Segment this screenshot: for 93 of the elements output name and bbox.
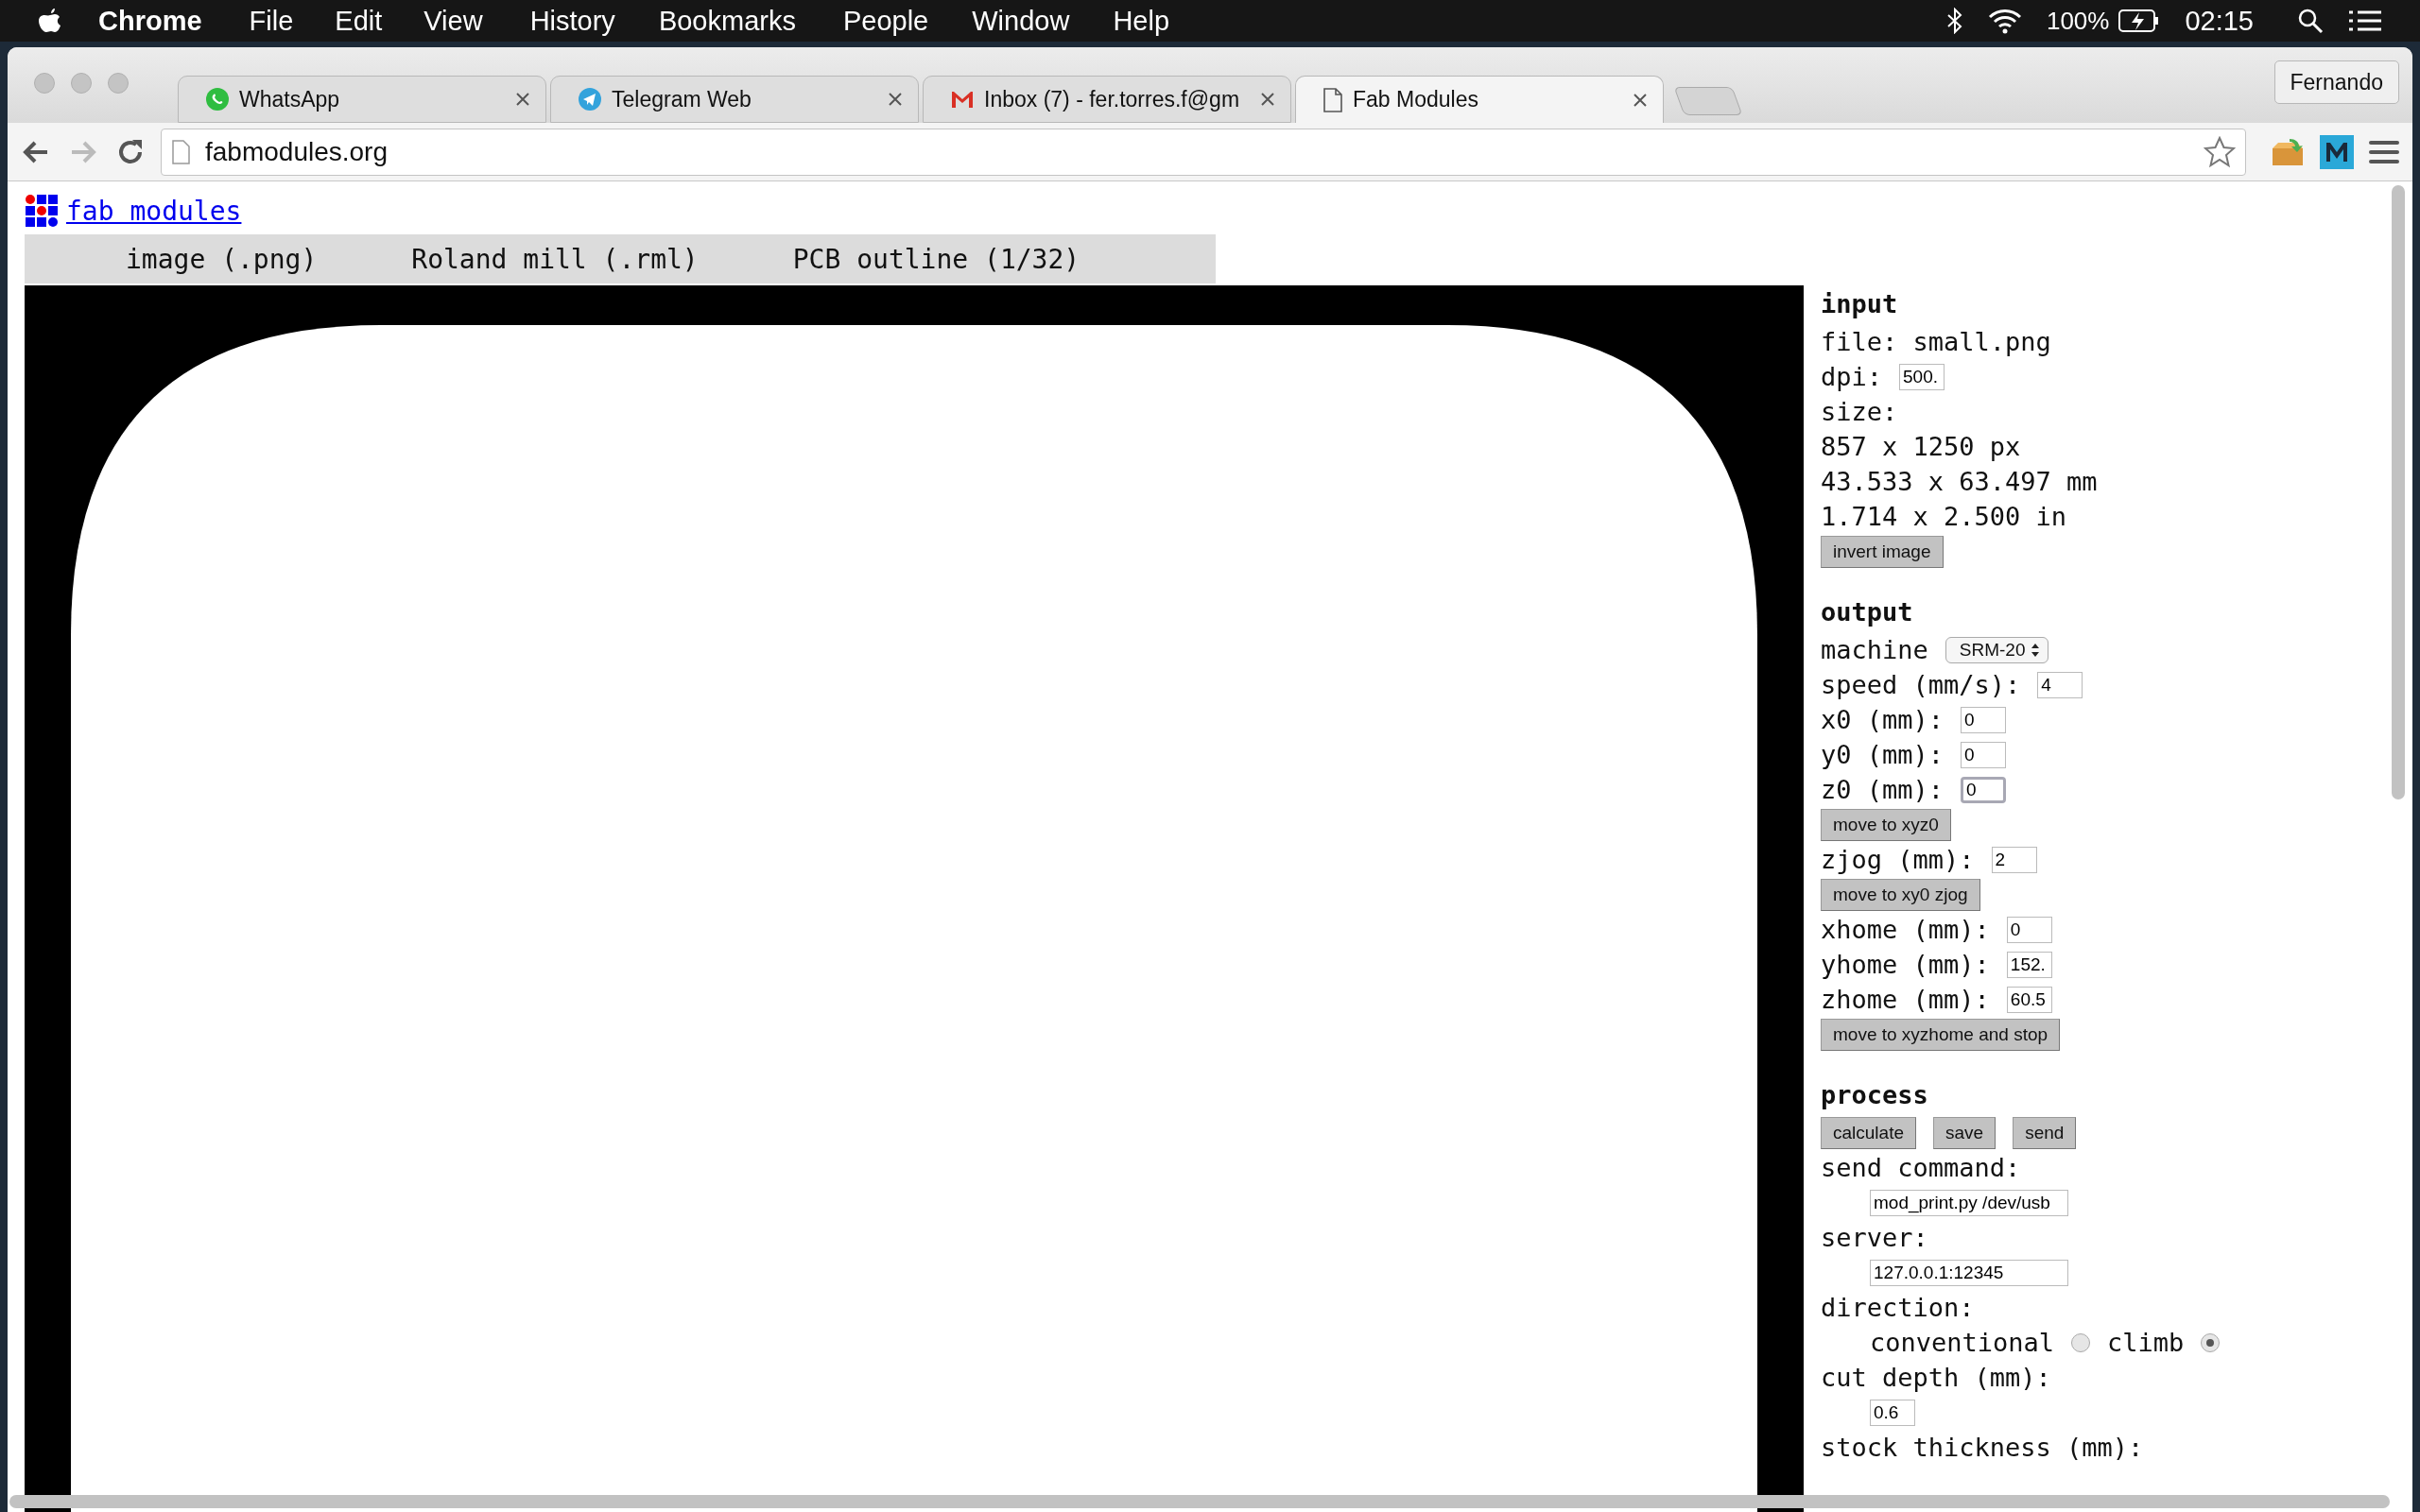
menu-item[interactable]: View bbox=[424, 5, 483, 37]
panel-text: 1.714 x 2.500 in bbox=[1821, 502, 2067, 531]
battery-percent: 100% bbox=[2046, 6, 2110, 36]
action-button[interactable]: save bbox=[1933, 1116, 1996, 1149]
home-link[interactable]: fab modules bbox=[66, 195, 242, 227]
radio-button[interactable] bbox=[2201, 1332, 2221, 1352]
field-label: x0 (mm): bbox=[1821, 705, 1945, 734]
input-field[interactable]: 60.5 bbox=[2006, 986, 2052, 1013]
input-field[interactable]: 500. bbox=[1899, 363, 1945, 390]
panel-text: server: bbox=[1821, 1223, 1928, 1252]
menu-item[interactable]: Bookmarks bbox=[658, 5, 796, 37]
input-field[interactable]: 4 bbox=[2037, 671, 2083, 698]
field-label: machine bbox=[1821, 635, 1928, 664]
module-link[interactable]: image (.png) bbox=[126, 243, 318, 275]
input-field[interactable]: 127.0.0.1:12345 bbox=[1870, 1259, 2068, 1286]
radio-label: climb bbox=[2107, 1328, 2185, 1357]
action-button[interactable]: send bbox=[2013, 1116, 2077, 1149]
panel-text: size: bbox=[1821, 397, 1898, 426]
browser-tab[interactable]: WhatsApp bbox=[178, 76, 546, 123]
browser-tab[interactable]: Inbox (7) - fer.torres.f@gm bbox=[923, 76, 1291, 123]
radio-button[interactable] bbox=[2071, 1332, 2091, 1352]
list-icon[interactable] bbox=[2348, 9, 2382, 32]
input-field[interactable]: 152. bbox=[2006, 951, 2052, 978]
panel-text: 43.533 x 63.497 mm bbox=[1821, 467, 2098, 496]
menu-item[interactable]: Help bbox=[1113, 5, 1170, 37]
field-label: y0 (mm): bbox=[1821, 740, 1945, 769]
close-icon[interactable] bbox=[1260, 92, 1275, 107]
tab-title: Fab Modules bbox=[1353, 87, 1479, 112]
clock[interactable]: 02:15 bbox=[2185, 5, 2254, 37]
vertical-scrollbar[interactable] bbox=[2392, 185, 2405, 799]
panel-text: 857 x 1250 px bbox=[1821, 432, 2021, 461]
close-icon[interactable] bbox=[1633, 92, 1648, 108]
menu-item[interactable]: Chrome bbox=[98, 5, 202, 37]
extension-icon[interactable] bbox=[2320, 134, 2354, 169]
action-button[interactable]: invert image bbox=[1821, 535, 1944, 568]
browser-tab[interactable]: Fab Modules bbox=[1295, 76, 1664, 123]
action-button[interactable]: move to xyz0 bbox=[1821, 808, 1951, 841]
horizontal-scrollbar[interactable] bbox=[9, 1495, 2390, 1508]
page-icon bbox=[1322, 87, 1343, 112]
field-label: dpi: bbox=[1821, 362, 1883, 391]
close-icon[interactable] bbox=[515, 92, 530, 107]
input-field[interactable]: 2 bbox=[1991, 846, 2037, 873]
logo-icon bbox=[25, 194, 59, 228]
menu-item[interactable]: History bbox=[529, 5, 615, 37]
tab-title: Inbox (7) - fer.torres.f@gm bbox=[984, 86, 1241, 112]
mail-icon bbox=[950, 89, 975, 110]
section-heading: process bbox=[1821, 1080, 1929, 1111]
action-button[interactable]: calculate bbox=[1821, 1116, 1916, 1149]
field-label: xhome (mm): bbox=[1821, 915, 1990, 944]
close-icon[interactable] bbox=[888, 92, 903, 107]
input-field[interactable]: mod_print.py /dev/usb bbox=[1870, 1189, 2068, 1216]
machine-select[interactable]: SRM-20 bbox=[1945, 636, 2049, 663]
panel-text: direction: bbox=[1821, 1293, 1975, 1322]
field-label: yhome (mm): bbox=[1821, 950, 1990, 979]
battery-icon[interactable] bbox=[2118, 9, 2161, 33]
field-label: zhome (mm): bbox=[1821, 985, 1990, 1014]
page-icon bbox=[171, 139, 190, 164]
section-heading: input bbox=[1821, 289, 1899, 320]
field-label: z0 (mm): bbox=[1821, 775, 1945, 804]
paper-plane-icon bbox=[578, 87, 602, 112]
action-button[interactable]: move to xyzhome and stop bbox=[1821, 1018, 2061, 1051]
input-field[interactable]: 0 bbox=[1961, 776, 2007, 803]
tab-title: WhatsApp bbox=[239, 86, 341, 112]
star-icon[interactable] bbox=[2204, 135, 2236, 168]
menu-item[interactable]: File bbox=[249, 5, 294, 37]
address-bar[interactable]: fabmodules.org bbox=[161, 128, 2246, 176]
wifi-icon[interactable] bbox=[1987, 8, 2022, 34]
input-field[interactable]: 0.6 bbox=[1870, 1399, 1915, 1426]
menu-item[interactable]: Window bbox=[972, 5, 1070, 37]
chat-icon bbox=[205, 87, 230, 112]
menu-item[interactable]: Edit bbox=[335, 5, 383, 37]
module-link[interactable]: PCB outline (1/32) bbox=[792, 243, 1080, 275]
updown-arrows-icon bbox=[2031, 642, 2041, 658]
module-link[interactable]: Roland mill (.rml) bbox=[411, 243, 699, 275]
panel-text: stock thickness (mm): bbox=[1821, 1433, 2144, 1462]
input-field[interactable]: 0 bbox=[2006, 916, 2052, 943]
field-label: zjog (mm): bbox=[1821, 845, 1975, 874]
search-icon[interactable] bbox=[2297, 8, 2324, 34]
input-field[interactable]: 0 bbox=[1961, 706, 2007, 733]
radio-label: conventional bbox=[1870, 1328, 2055, 1357]
tab-title: Telegram Web bbox=[612, 86, 752, 112]
browser-tab[interactable]: Telegram Web bbox=[550, 76, 919, 123]
profile-button[interactable]: Fernando bbox=[2273, 60, 2399, 104]
section-heading: output bbox=[1821, 597, 1914, 628]
action-button[interactable]: move to xy0 zjog bbox=[1821, 878, 1980, 911]
panel-text: file: small.png bbox=[1821, 327, 2051, 356]
field-label: speed (mm/s): bbox=[1821, 670, 2021, 699]
menu-item[interactable]: People bbox=[842, 5, 929, 37]
panel-text: send command: bbox=[1821, 1153, 2021, 1182]
input-field[interactable]: 0 bbox=[1961, 741, 2007, 768]
apple-icon[interactable] bbox=[38, 7, 62, 35]
panel-text: cut depth (mm): bbox=[1821, 1363, 2051, 1392]
bluetooth-icon[interactable] bbox=[1945, 8, 1963, 34]
